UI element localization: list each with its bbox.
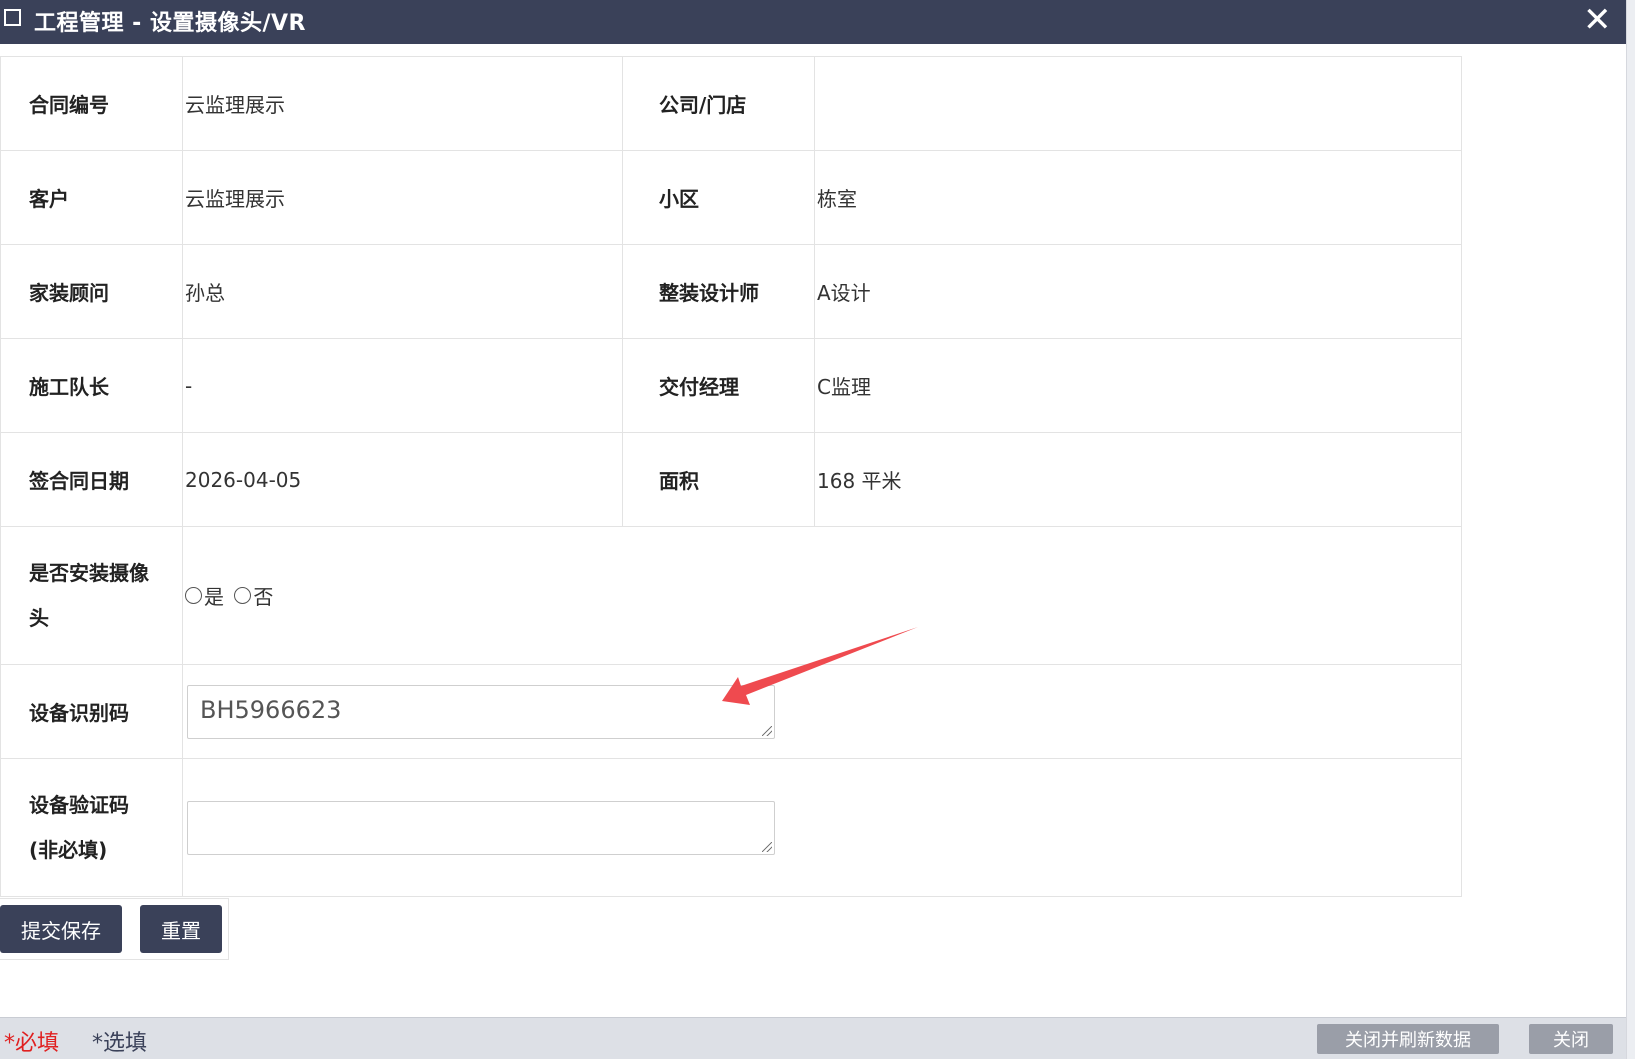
- close-and-refresh-button[interactable]: 关闭并刷新数据: [1317, 1024, 1499, 1054]
- optional-legend: *选填: [92, 1031, 148, 1056]
- annotation-arrow-icon: [722, 627, 918, 705]
- dialog-window: 工程管理 - 设置摄像头/VR ✕ 合同编号 云监理展示 公司/门店 客户 云监…: [0, 0, 1635, 1059]
- required-legend: *必填: [4, 1031, 60, 1056]
- footer-bar: *必填 *选填 关闭并刷新数据 关闭: [0, 1017, 1626, 1059]
- annotation-arrow-shape: [722, 627, 918, 705]
- close-button[interactable]: 关闭: [1529, 1024, 1613, 1054]
